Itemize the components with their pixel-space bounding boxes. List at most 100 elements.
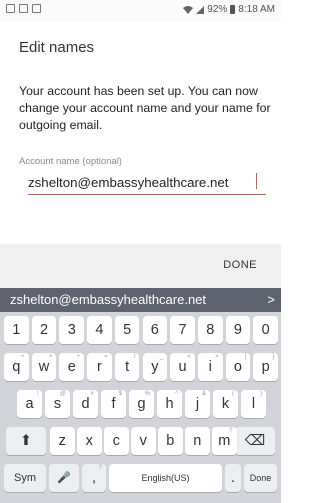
key-label: t xyxy=(125,359,130,375)
key-k[interactable]: k( xyxy=(213,390,238,418)
period-key[interactable]: . xyxy=(225,464,241,492)
key-hint: > xyxy=(215,354,219,360)
key-label: n xyxy=(193,433,202,449)
key-2[interactable]: 2 xyxy=(31,316,57,344)
key-p[interactable]: p] xyxy=(253,353,278,381)
key-label: f xyxy=(111,396,116,412)
key-label: x xyxy=(85,433,93,449)
key-i[interactable]: i > xyxy=(197,353,223,381)
key-label: 4 xyxy=(95,322,104,338)
key-label: 5 xyxy=(123,322,132,338)
key-u[interactable]: u < xyxy=(170,353,195,381)
key-hint: ! xyxy=(36,391,38,397)
comma-hint: ? xyxy=(98,465,102,471)
backspace-key[interactable]: ⌫ xyxy=(235,427,275,455)
shift-key[interactable]: ⬆ xyxy=(6,427,46,455)
key-w[interactable]: w × xyxy=(31,353,57,381)
page-title: Edit names xyxy=(19,39,95,56)
key-h[interactable]: h ^ xyxy=(157,390,182,418)
keyboard-done-key[interactable]: Done xyxy=(244,464,277,492)
key-label: j xyxy=(195,396,200,412)
action-bar: DONE xyxy=(0,244,281,288)
key-label: i xyxy=(208,359,212,375)
key-q[interactable]: q + xyxy=(4,353,29,381)
signal-icon xyxy=(196,5,205,14)
key-s[interactable]: s @ xyxy=(45,390,70,418)
key-g[interactable]: g% xyxy=(129,390,154,418)
key-label: p xyxy=(261,359,270,375)
sym-key[interactable]: Sym xyxy=(4,464,46,492)
key-c[interactable]: c xyxy=(104,427,129,455)
key-hint: _ xyxy=(159,354,164,360)
keyboard: 1234567890 q + w × e ÷ r = t / y _ u < i > o[p] a! s @ d # f $… xyxy=(0,312,281,503)
suggestion-item[interactable]: zshelton@embassyhealthcare.net xyxy=(10,292,206,307)
key-hint: [ xyxy=(244,354,247,360)
key-j[interactable]: j & xyxy=(185,390,210,418)
key-5[interactable]: 5 xyxy=(114,316,140,344)
key-label: y xyxy=(151,359,159,375)
key-v[interactable]: v xyxy=(131,427,156,455)
key-label: r xyxy=(97,359,102,375)
key-label: 0 xyxy=(261,322,270,338)
key-n[interactable]: n xyxy=(185,427,210,455)
mic-key[interactable]: 🎤 xyxy=(49,464,79,492)
key-label: 9 xyxy=(233,322,242,338)
key-7[interactable]: 7 xyxy=(170,316,195,344)
key-b[interactable]: b xyxy=(158,427,183,455)
battery-percent: 92% xyxy=(207,4,228,15)
key-label: z xyxy=(58,433,66,449)
key-hint: ÷ xyxy=(76,354,81,360)
key-label: o xyxy=(233,359,242,375)
key-hint: # xyxy=(90,391,94,397)
key-label: a xyxy=(25,396,34,412)
keyboard-row-1: q + w × e ÷ r = t / y _ u < i > o[p] xyxy=(0,353,281,381)
key-hint: % xyxy=(144,391,150,397)
key-f[interactable]: f $ xyxy=(101,390,126,418)
key-hint: = xyxy=(104,354,108,360)
backspace-icon: ⌫ xyxy=(244,433,266,449)
comma-key[interactable]: , ? xyxy=(82,464,106,492)
comma-label: , xyxy=(91,470,97,486)
wifi-icon xyxy=(183,5,194,14)
key-t[interactable]: t / xyxy=(114,353,140,381)
key-x[interactable]: x xyxy=(77,427,102,455)
key-e[interactable]: e ÷ xyxy=(59,353,85,381)
key-d[interactable]: d # xyxy=(73,390,98,418)
key-hint: ? xyxy=(229,428,233,434)
key-1[interactable]: 1 xyxy=(4,316,29,344)
expand-suggestions-icon[interactable]: > xyxy=(267,292,275,307)
key-r[interactable]: r = xyxy=(87,353,112,381)
battery-icon xyxy=(230,5,236,14)
key-9[interactable]: 9 xyxy=(225,316,251,344)
image-icon xyxy=(32,4,41,13)
copy-icon xyxy=(19,4,28,13)
key-6[interactable]: 6 xyxy=(142,316,168,344)
key-label: d xyxy=(81,396,90,412)
done-button[interactable]: DONE xyxy=(223,259,257,271)
key-4[interactable]: 4 xyxy=(87,316,112,344)
keyboard-row-2: a! s @ d # f $ g% h ^ j & k(l) xyxy=(0,390,281,418)
key-l[interactable]: l) xyxy=(241,390,266,418)
key-8[interactable]: 8 xyxy=(197,316,223,344)
account-name-input[interactable] xyxy=(28,171,266,195)
key-a[interactable]: a! xyxy=(17,390,42,418)
text-cursor xyxy=(256,173,257,189)
key-o[interactable]: o[ xyxy=(225,353,251,381)
microphone-icon: 🎤 xyxy=(57,472,71,484)
key-z[interactable]: z xyxy=(50,427,75,455)
space-key[interactable]: English(US) xyxy=(109,464,222,492)
status-bar: 92% 8:18 AM xyxy=(0,0,281,22)
key-label: b xyxy=(166,433,175,449)
key-3[interactable]: 3 xyxy=(59,316,85,344)
key-0[interactable]: 0 xyxy=(253,316,278,344)
status-right: 92% 8:18 AM xyxy=(183,4,275,15)
key-hint: ^ xyxy=(175,391,178,397)
shift-icon: ⬆ xyxy=(19,433,33,449)
account-name-label: Account name (optional) xyxy=(19,156,122,167)
key-y[interactable]: y _ xyxy=(142,353,168,381)
clock: 8:18 AM xyxy=(238,4,275,15)
key-hint: @ xyxy=(59,391,66,397)
key-hint: < xyxy=(187,354,191,360)
key-m[interactable]: m? xyxy=(212,427,237,455)
key-hint: $ xyxy=(118,391,122,397)
